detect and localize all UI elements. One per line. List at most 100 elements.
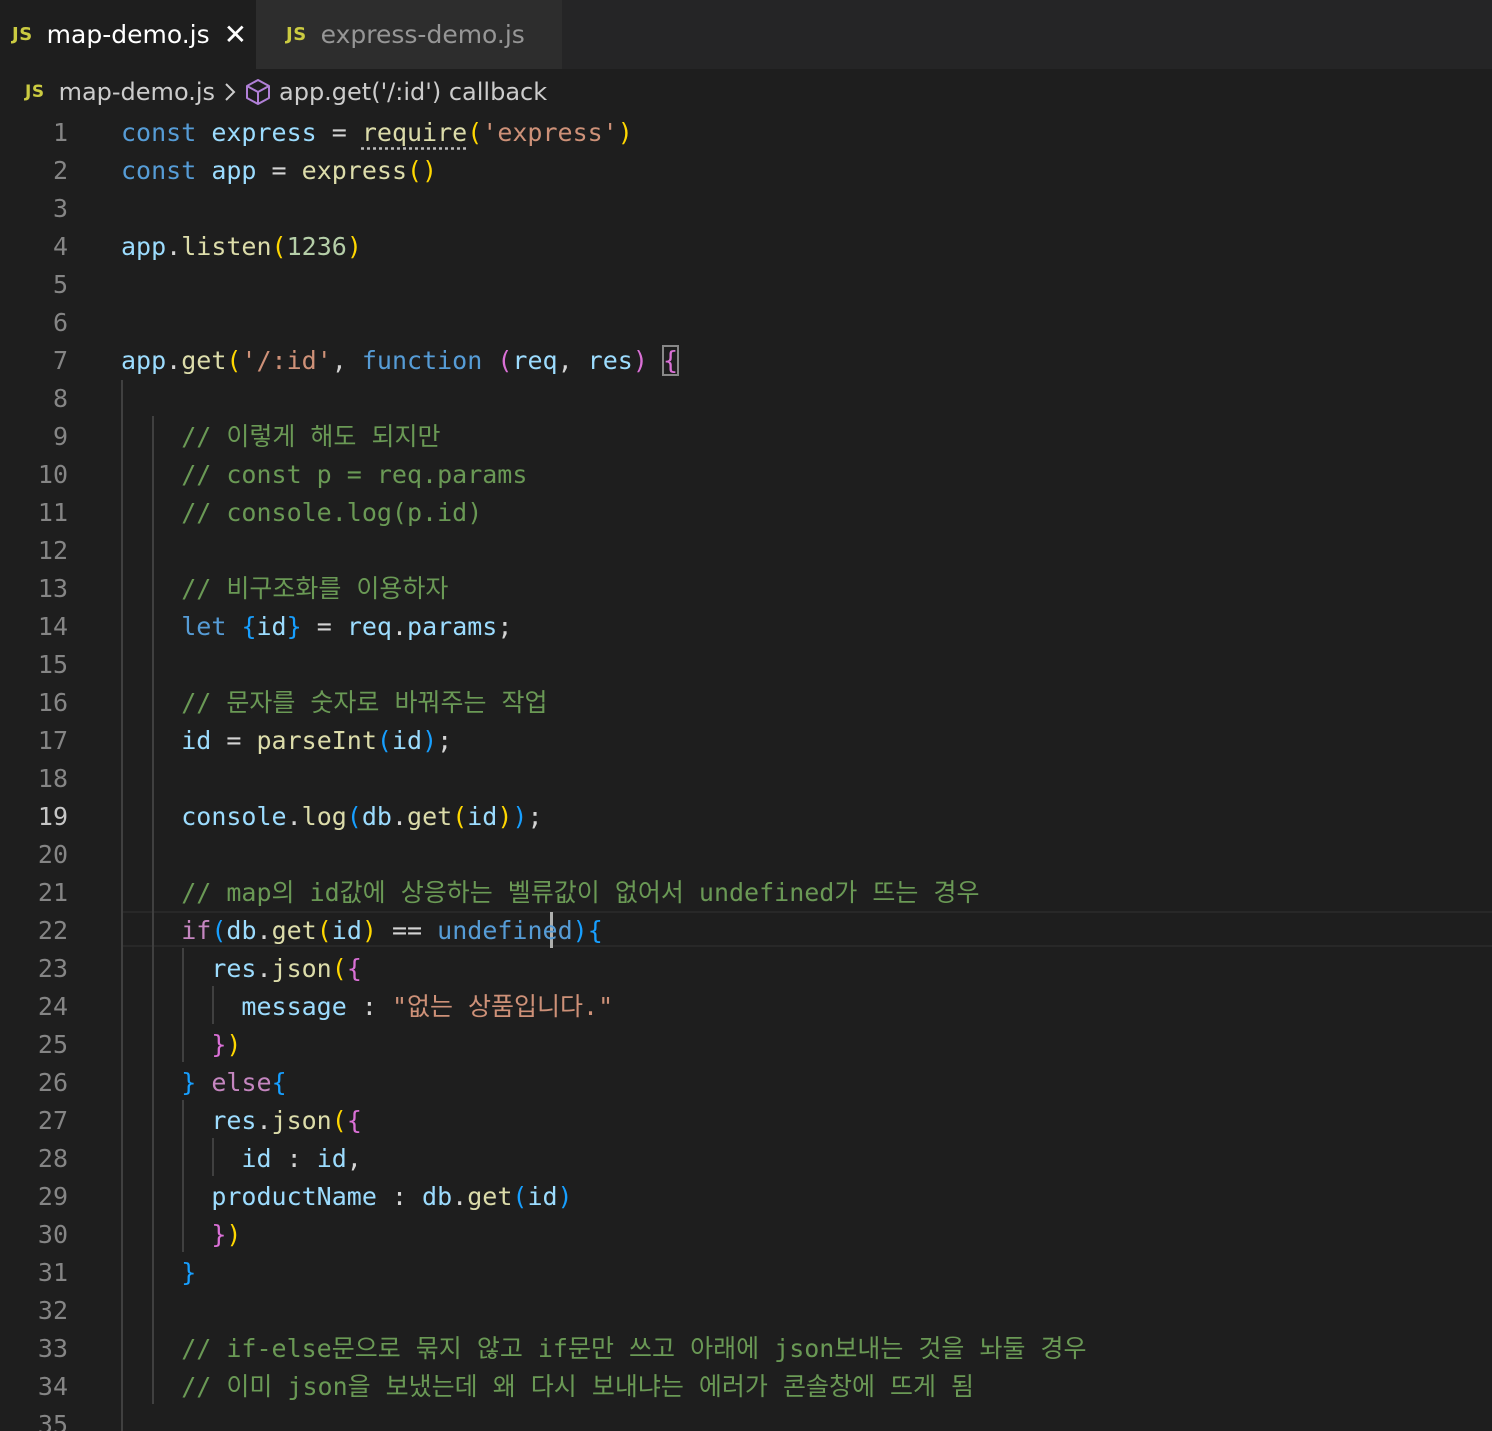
code-token: . — [256, 916, 272, 945]
code-line[interactable]: 34 // 이미 json을 보냈는데 왜 다시 보내냐는 에러가 콘솔창에 뜨… — [0, 1368, 1492, 1406]
code-line[interactable]: 29 productName : db.get(id) — [0, 1178, 1492, 1216]
line-number: 19 — [37, 802, 68, 831]
breadcrumb-file[interactable]: map-demo.js — [59, 78, 215, 106]
code-line[interactable]: 23 res.json({ — [0, 950, 1492, 988]
code-token: = — [256, 156, 302, 185]
code-line[interactable]: 26 } else{ — [0, 1064, 1492, 1102]
code-token: { — [587, 916, 603, 945]
code-token: id — [527, 1182, 558, 1211]
code-line[interactable]: 1 const express = require('express') — [0, 114, 1492, 152]
code-line-content: app.listen(1236) — [121, 228, 362, 266]
code-line[interactable]: 28 id : id, — [0, 1140, 1492, 1178]
code-line[interactable]: 17 id = parseInt(id); — [0, 722, 1492, 760]
code-token: function — [361, 346, 483, 375]
line-number: 3 — [52, 194, 68, 223]
code-line[interactable]: 33 // if-else문으로 묶지 않고 if문만 쓰고 아래에 json보… — [0, 1330, 1492, 1368]
code-line[interactable]: 15 — [0, 646, 1492, 684]
code-line[interactable]: 11 // console.log(p.id) — [0, 494, 1492, 532]
code-line-content: console.log(db.get(id)); — [121, 798, 543, 836]
code-line[interactable]: 13 // 비구조화를 이용하자 — [0, 570, 1492, 608]
code-line-content: // 문자를 숫자로 바꿔주는 작업 — [121, 684, 547, 722]
code-token: const — [121, 156, 197, 185]
code-line[interactable]: 22 if(db.get(id) == undefined){ — [0, 912, 1492, 950]
code-token: // if-else문으로 묶지 않고 if문만 쓰고 아래에 json보내는 … — [181, 1334, 1087, 1363]
code-line[interactable]: 18 — [0, 760, 1492, 798]
code-token: get — [181, 346, 227, 375]
code-line[interactable]: 16 // 문자를 숫자로 바꿔주는 작업 — [0, 684, 1492, 722]
code-line[interactable]: 21 // map의 id값에 상응하는 벨류값이 없어서 undefined가… — [0, 874, 1492, 912]
code-line[interactable]: 8 — [0, 380, 1492, 418]
tab-map-demo[interactable]: JS map-demo.js ✕ — [0, 0, 256, 69]
code-line[interactable]: 10 // const p = req.params — [0, 456, 1492, 494]
tab-label: express-demo.js — [320, 20, 525, 49]
code-area[interactable]: 1 const express = require('express') 2 cons… — [0, 114, 1492, 1431]
code-line[interactable]: 27 res.json({ — [0, 1102, 1492, 1140]
code-line[interactable]: 35 — [0, 1406, 1492, 1431]
code-line[interactable]: 25 }) — [0, 1026, 1492, 1064]
code-token: ( — [376, 726, 392, 755]
code-line-content: // const p = req.params — [121, 456, 527, 494]
code-token: = — [301, 612, 347, 641]
code-token: // console.log(p.id) — [181, 498, 483, 527]
line-number: 34 — [37, 1372, 68, 1401]
code-editor[interactable]: JS map-demo.js ✕ JS express-demo.js JS m… — [0, 0, 1492, 1431]
line-number: 22 — [37, 916, 68, 945]
tab-express-demo[interactable]: JS express-demo.js — [256, 0, 562, 69]
code-line-content: } else{ — [121, 1064, 286, 1102]
symbol-method-icon — [245, 78, 271, 106]
code-line[interactable]: 31 } — [0, 1254, 1492, 1292]
code-line[interactable]: 4 app.listen(1236) — [0, 228, 1492, 266]
code-token: . — [391, 612, 408, 641]
code-token: } — [286, 612, 302, 641]
code-line[interactable]: 2 const app = express() — [0, 152, 1492, 190]
line-number: 25 — [37, 1030, 68, 1059]
code-line[interactable]: 30 }) — [0, 1216, 1492, 1254]
code-line[interactable]: 3 — [0, 190, 1492, 228]
code-token: . — [452, 1182, 468, 1211]
line-number: 5 — [52, 270, 68, 299]
code-token: ) — [557, 1182, 573, 1211]
code-token: params — [407, 612, 498, 641]
code-token: 'express' — [482, 118, 618, 147]
code-line[interactable]: 20 — [0, 836, 1492, 874]
code-token: } — [211, 1030, 227, 1059]
code-line-content: res.json({ — [121, 950, 362, 988]
code-line[interactable]: 24 message : "없는 상품입니다." — [0, 988, 1492, 1026]
code-token: : — [346, 992, 392, 1021]
code-line[interactable]: 12 — [0, 532, 1492, 570]
code-token: } — [211, 1220, 227, 1249]
code-token: // const p = req.params — [181, 460, 528, 489]
code-token: // 비구조화를 이용하자 — [181, 574, 449, 603]
code-token: ( — [512, 1182, 528, 1211]
breadcrumb-symbol[interactable]: app.get('/:id') callback — [279, 78, 547, 106]
code-token: () — [407, 156, 438, 185]
code-line[interactable]: 14 let {id} = req.params; — [0, 608, 1492, 646]
code-line[interactable]: 7 app.get('/:id', function (req, res) { — [0, 342, 1492, 380]
code-token: { — [346, 954, 362, 983]
code-line[interactable]: 6 — [0, 304, 1492, 342]
code-line[interactable]: 19 console.log(db.get(id)); — [0, 798, 1492, 836]
close-icon[interactable]: ✕ — [224, 20, 247, 49]
code-token: json — [271, 1106, 332, 1135]
code-line[interactable]: 9 // 이렇게 해도 되지만 — [0, 418, 1492, 456]
code-token: ( — [331, 954, 347, 983]
code-line-content: let {id} = req.params; — [121, 608, 512, 646]
code-token: app — [211, 156, 257, 185]
code-token: ; — [527, 802, 543, 831]
code-token: parseInt — [256, 726, 377, 755]
line-number: 4 — [52, 232, 68, 261]
code-token: : — [271, 1144, 317, 1173]
code-line[interactable]: 5 — [0, 266, 1492, 304]
code-token: id — [391, 726, 423, 755]
code-line[interactable]: 32 — [0, 1292, 1492, 1330]
code-token: ) — [226, 1030, 242, 1059]
code-token: 1236 — [286, 232, 347, 261]
